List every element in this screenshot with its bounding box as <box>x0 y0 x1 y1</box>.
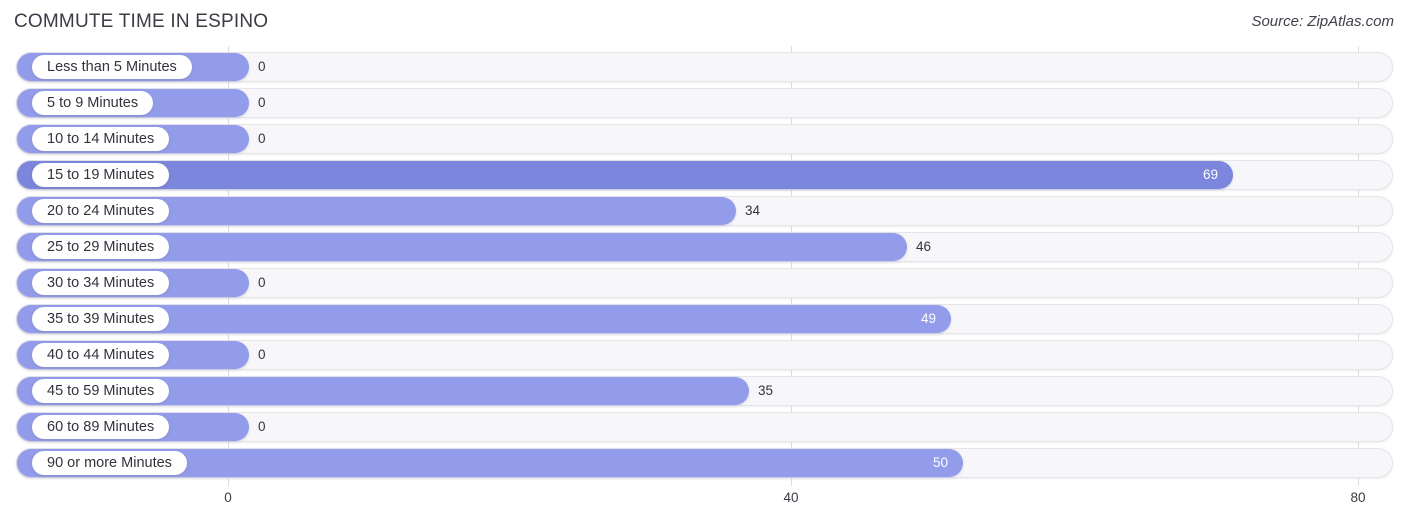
category-label-text: 15 to 19 Minutes <box>47 166 155 183</box>
category-label-pill[interactable]: 60 to 89 Minutes <box>32 415 170 439</box>
category-label-pill[interactable]: 15 to 19 Minutes <box>32 163 170 187</box>
bar-value-label: 0 <box>258 347 266 362</box>
category-label-text: 35 to 39 Minutes <box>47 310 155 327</box>
source-attribution: Source: ZipAtlas.com <box>1251 13 1394 30</box>
bar-value-label: 69 <box>1202 167 1218 182</box>
bar-value-label: 34 <box>745 203 761 218</box>
category-label-text: 90 or more Minutes <box>47 454 172 471</box>
bar-value-label: 50 <box>932 455 948 470</box>
category-label-pill[interactable]: 90 or more Minutes <box>32 451 187 475</box>
category-label-pill[interactable]: 10 to 14 Minutes <box>32 127 170 151</box>
x-axis-tick-label: 40 <box>783 490 799 505</box>
category-label-text: 20 to 24 Minutes <box>47 202 155 219</box>
category-label-text: 5 to 9 Minutes <box>47 94 139 111</box>
category-label-pill[interactable]: 30 to 34 Minutes <box>32 271 170 295</box>
category-label-pill[interactable]: 25 to 29 Minutes <box>32 235 170 259</box>
bar-value-label: 0 <box>258 419 266 434</box>
bar-row[interactable]: 49 35 to 39 Minutes <box>16 304 1393 334</box>
bar-row[interactable]: 0 60 to 89 Minutes <box>16 412 1393 442</box>
x-axis: 0 40 80 <box>0 486 1406 523</box>
bar-row[interactable]: 0 30 to 34 Minutes <box>16 268 1393 298</box>
bar-row[interactable]: 46 25 to 29 Minutes <box>16 232 1393 262</box>
bar-row[interactable]: 50 90 or more Minutes <box>16 448 1393 478</box>
bar-row[interactable]: 0 10 to 14 Minutes <box>16 124 1393 154</box>
bar-row[interactable]: 34 20 to 24 Minutes <box>16 196 1393 226</box>
category-label-pill[interactable]: 40 to 44 Minutes <box>32 343 170 367</box>
category-label-text: 30 to 34 Minutes <box>47 274 155 291</box>
bar-row[interactable]: 0 Less than 5 Minutes <box>16 52 1393 82</box>
page-title: COMMUTE TIME IN ESPINO <box>14 11 269 32</box>
category-label-pill[interactable]: 35 to 39 Minutes <box>32 307 170 331</box>
bar-row[interactable]: 0 40 to 44 Minutes <box>16 340 1393 370</box>
x-axis-tick-label: 80 <box>1350 490 1366 505</box>
bar-value-label: 35 <box>758 383 774 398</box>
category-label-text: Less than 5 Minutes <box>47 58 177 75</box>
category-label-text: 60 to 89 Minutes <box>47 418 155 435</box>
bar-value-label: 46 <box>916 239 932 254</box>
bar-row[interactable]: 35 45 to 59 Minutes <box>16 376 1393 406</box>
category-label-text: 25 to 29 Minutes <box>47 238 155 255</box>
bar-value-label: 0 <box>258 275 266 290</box>
bar-row[interactable]: 0 5 to 9 Minutes <box>16 88 1393 118</box>
bar-value-label: 0 <box>258 95 266 110</box>
bar-fill <box>17 161 1233 189</box>
category-label-text: 10 to 14 Minutes <box>47 130 155 147</box>
category-label-pill[interactable]: Less than 5 Minutes <box>32 55 192 79</box>
bar-row[interactable]: 69 15 to 19 Minutes <box>16 160 1393 190</box>
chart-plot-area: 0 Less than 5 Minutes 0 5 to 9 Minutes 0 10 t… <box>0 46 1406 486</box>
chart-header: COMMUTE TIME IN ESPINO Source: ZipAtlas.… <box>0 0 1406 46</box>
category-label-pill[interactable]: 20 to 24 Minutes <box>32 199 170 223</box>
category-label-text: 45 to 59 Minutes <box>47 382 155 399</box>
bar-value-label: 49 <box>920 311 936 326</box>
category-label-pill[interactable]: 45 to 59 Minutes <box>32 379 170 403</box>
bar-value-label: 0 <box>258 131 266 146</box>
category-label-text: 40 to 44 Minutes <box>47 346 155 363</box>
category-label-pill[interactable]: 5 to 9 Minutes <box>32 91 154 115</box>
bar-value-label: 0 <box>258 59 266 74</box>
x-axis-tick-label: 0 <box>224 490 232 505</box>
